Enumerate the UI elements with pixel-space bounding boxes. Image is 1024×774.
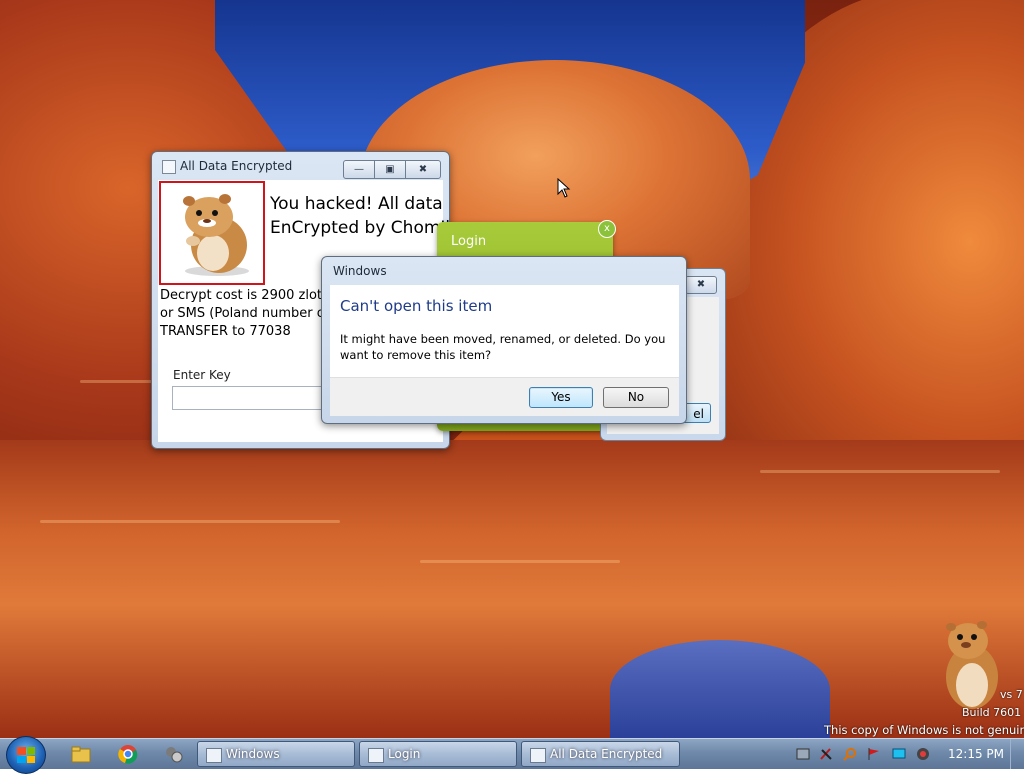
hamster-desktop-icon[interactable] — [936, 615, 1006, 715]
taskbar-item-label: Windows — [226, 747, 280, 761]
tray-volume-icon[interactable] — [916, 747, 930, 761]
login-window-title: Login — [451, 234, 487, 249]
dialog-message: It might have been moved, renamed, or de… — [340, 332, 666, 362]
taskbar-item-label: All Data Encrypted — [550, 747, 663, 761]
taskbar-item-login[interactable]: Login — [359, 741, 517, 767]
tray-network-icon[interactable] — [796, 747, 810, 761]
maximize-icon: ▣ — [385, 164, 395, 175]
dialog-button-bar: Yes No — [330, 377, 679, 416]
windows-logo-icon — [17, 747, 35, 763]
wallpaper-stripe — [40, 520, 340, 523]
ransom-headline-line2: EnCrypted by ChomIk — [270, 218, 456, 238]
background-window-close-button[interactable]: ✖ — [685, 276, 717, 294]
dialog-content: Can't open this item It might have been … — [330, 285, 679, 377]
tray-search-icon[interactable] — [843, 747, 857, 761]
ransom-window-titlebar[interactable]: All Data Encrypted — ▣ ✖ — [152, 152, 449, 180]
watermark-build: Build 7601 — [962, 706, 1022, 719]
dialog-heading: Can't open this item — [340, 297, 493, 315]
tray-display-icon[interactable] — [892, 747, 906, 761]
window-app-icon — [162, 160, 176, 174]
cant-open-dialog[interactable]: Windows Can't open this item It might ha… — [321, 256, 687, 424]
ransom-instructions-line3: TRANSFER to 77038 — [160, 324, 291, 339]
mouse-cursor-icon — [557, 178, 571, 198]
window-icon — [206, 748, 222, 763]
enter-key-label: Enter Key — [173, 368, 231, 382]
no-button[interactable]: No — [603, 387, 669, 408]
minimize-icon: — — [354, 164, 364, 175]
window-icon — [368, 748, 384, 763]
close-button[interactable]: ✖ — [405, 160, 441, 179]
taskbar-item-label: Login — [388, 747, 421, 761]
ransom-headline-line1: You hacked! All data — [270, 194, 443, 214]
hamster-image-frame — [159, 181, 265, 285]
taskbar-item-all-data-encrypted[interactable]: All Data Encrypted — [521, 741, 680, 767]
yes-button[interactable]: Yes — [529, 387, 593, 408]
caption-buttons: — ▣ ✖ — [343, 160, 441, 179]
ransom-instructions: Decrypt cost is 2900 zloty. or SMS (Pola… — [160, 287, 332, 341]
wallpaper-sky-reflection — [610, 640, 830, 738]
tray-flag-icon[interactable] — [867, 747, 881, 761]
taskbar-item-windows[interactable]: Windows — [197, 741, 355, 767]
taskbar: Windows Login All Data Encrypted 12:15 P… — [0, 736, 1024, 774]
tray-tool-icon[interactable] — [819, 747, 833, 761]
watermark-genuine-notice: This copy of Windows is not genuine — [824, 723, 1024, 737]
ransom-instructions-line1: Decrypt cost is 2900 zloty. — [160, 288, 332, 303]
dialog-title: Windows — [333, 264, 387, 278]
ransom-headline: You hacked! All data EnCrypted by ChomIk — [270, 192, 455, 240]
show-desktop-button[interactable] — [1010, 739, 1024, 769]
close-icon: ✖ — [418, 164, 428, 175]
ransom-window-title: All Data Encrypted — [180, 159, 293, 173]
explorer-icon[interactable] — [70, 744, 92, 764]
wallpaper-reflection — [0, 440, 1024, 738]
start-button[interactable] — [6, 736, 46, 774]
wallpaper-stripe — [760, 470, 1000, 473]
minimize-button[interactable]: — — [343, 160, 375, 179]
taskbar-clock[interactable]: 12:15 PM — [948, 747, 1004, 761]
watermark-os-name: vs 7 — [1000, 688, 1023, 701]
window-icon — [530, 748, 546, 763]
program-icon[interactable] — [163, 744, 185, 764]
wallpaper-stripe — [420, 560, 620, 563]
dialog-titlebar[interactable]: Windows — [322, 257, 686, 285]
close-icon: ✖ — [696, 279, 706, 290]
login-close-button[interactable]: x — [598, 220, 616, 238]
hamster-image — [183, 194, 249, 276]
chrome-icon[interactable] — [117, 744, 139, 764]
maximize-button[interactable]: ▣ — [374, 160, 406, 179]
close-icon: x — [604, 223, 610, 234]
ransom-instructions-line2: or SMS (Poland number or — [160, 306, 331, 321]
